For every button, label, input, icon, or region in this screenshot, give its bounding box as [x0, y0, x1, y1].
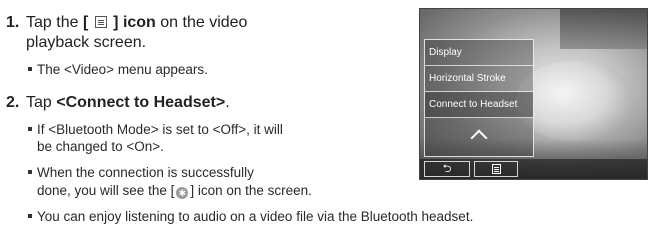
- step-2-bullet-2: When the connection is successfully: [28, 164, 254, 181]
- video-menu: Display Horizontal Stroke Connect to Hea…: [424, 39, 534, 157]
- step-2-bullet-1-line-2: be changed to <On>.: [37, 139, 164, 154]
- step-1-number: 1.: [6, 14, 20, 31]
- step-2-bullet-2-cont: done, you will see the [✱] icon on the s…: [37, 182, 312, 199]
- device-screen: Display Horizontal Stroke Connect to Hea…: [419, 8, 648, 180]
- menu-list-icon: [491, 164, 501, 175]
- step-2-bold-text: <Connect to Headset>: [56, 94, 226, 111]
- menu-item-horizontal-stroke[interactable]: Horizontal Stroke: [425, 66, 533, 92]
- step-1-text-suffix: on the video: [155, 14, 248, 31]
- step-2-bullet-3-text: You can enjoy listening to audio on a vi…: [37, 209, 474, 224]
- bullet-square-icon: [28, 214, 32, 218]
- step-2-bullet-1-cont: be changed to <On>.: [37, 138, 164, 155]
- step-2-bullet-2-line-2b: ] icon on the screen.: [190, 183, 312, 198]
- step-2-number: 2.: [6, 94, 20, 111]
- menu-icon: [94, 16, 107, 28]
- step-1-icon-label-close: ] icon: [108, 14, 156, 31]
- bullet-square-icon: [28, 127, 32, 131]
- step-1-bullet-1-text: The <Video> menu appears.: [37, 62, 208, 77]
- step-2-bullet-2-line-1: When the connection is successfully: [37, 165, 254, 180]
- video-background-dark: [560, 9, 647, 49]
- bluetooth-icon: ✱: [176, 187, 189, 199]
- step-2-bullet-2-line-2a: done, you will see the [: [37, 183, 175, 198]
- menu-item-display[interactable]: Display: [425, 40, 533, 66]
- step-1-bullet-1: The <Video> menu appears.: [28, 61, 208, 78]
- step-2-bullet-1-line-1: If <Bluetooth Mode> is set to <Off>, it …: [37, 122, 283, 137]
- step-2-bullet-1: If <Bluetooth Mode> is set to <Off>, it …: [28, 121, 283, 138]
- scroll-up-icon[interactable]: [470, 129, 488, 147]
- step-2-text-suffix: .: [225, 94, 230, 111]
- step-2-bullet-3: You can enjoy listening to audio on a vi…: [28, 208, 474, 225]
- back-button[interactable]: ⮌: [424, 161, 470, 177]
- step-2-text-prefix: Tap: [26, 94, 57, 111]
- menu-button[interactable]: [474, 161, 518, 177]
- step-1-text-prefix: Tap the: [26, 14, 83, 31]
- step-1: 1. Tap the [ ] icon on the video: [6, 13, 247, 33]
- back-icon: ⮌: [442, 163, 452, 175]
- bullet-square-icon: [28, 67, 32, 71]
- step-1-icon-label-open: [: [82, 14, 93, 31]
- step-2: 2. Tap <Connect to Headset>.: [6, 93, 230, 113]
- bullet-square-icon: [28, 170, 32, 174]
- step-1-continuation: playback screen.: [26, 34, 147, 51]
- menu-item-connect-to-headset[interactable]: Connect to Headset: [425, 92, 533, 118]
